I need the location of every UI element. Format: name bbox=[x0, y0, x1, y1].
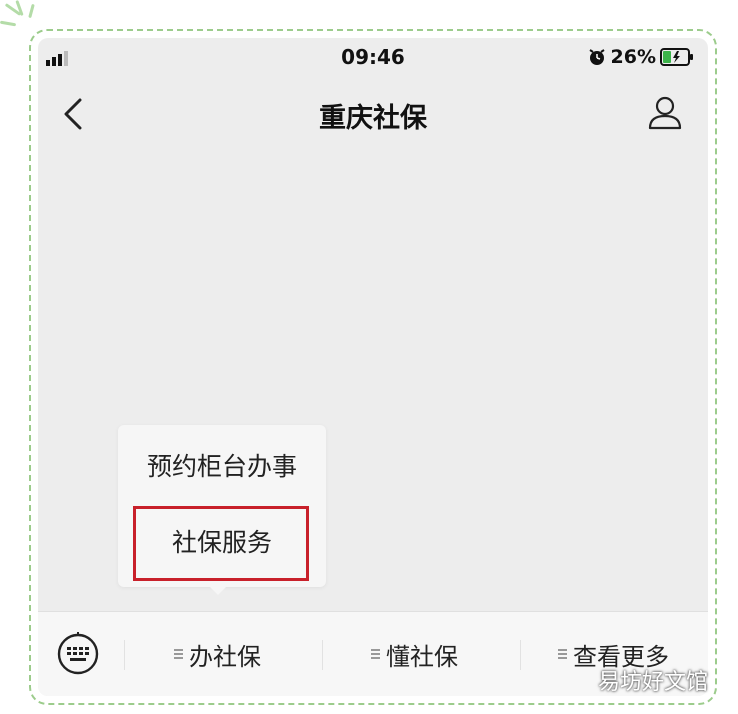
status-bar: 09:46 26% bbox=[38, 38, 708, 78]
menu-button-handle-social-security[interactable]: 办社保 bbox=[174, 636, 261, 672]
page-title: 重庆社保 bbox=[319, 103, 427, 134]
menu-button-label: 办社保 bbox=[189, 642, 261, 671]
nav-bar: 重庆社保 bbox=[38, 78, 708, 150]
submenu-indicator-icon bbox=[371, 649, 380, 659]
separator bbox=[520, 640, 521, 670]
highlight-box bbox=[133, 506, 309, 581]
submenu-indicator-icon bbox=[174, 649, 183, 659]
user-profile-icon[interactable] bbox=[646, 94, 684, 132]
decorative-dash bbox=[28, 3, 35, 19]
alarm-icon bbox=[588, 49, 605, 65]
menu-item-counter-appointment[interactable]: 预约柜台办事 bbox=[118, 447, 326, 483]
menu-button-label: 懂社保 bbox=[386, 642, 458, 671]
battery-group: 26% bbox=[587, 46, 694, 68]
watermark: 易坊好文馆 bbox=[597, 670, 708, 695]
battery-icon bbox=[660, 48, 693, 66]
separator bbox=[322, 640, 323, 670]
separator bbox=[124, 640, 125, 670]
keyboard-icon[interactable] bbox=[56, 632, 100, 676]
submenu-indicator-icon bbox=[558, 649, 567, 659]
battery-percent: 26% bbox=[610, 46, 656, 68]
decorative-dash bbox=[0, 20, 17, 27]
phone-screen: 09:46 26% 重庆社保 预约柜台办事 社保服务 办社保 懂社保 查看更多 bbox=[38, 38, 708, 696]
menu-button-understand-social-security[interactable]: 懂社保 bbox=[371, 636, 458, 672]
popup-caret bbox=[210, 587, 226, 595]
